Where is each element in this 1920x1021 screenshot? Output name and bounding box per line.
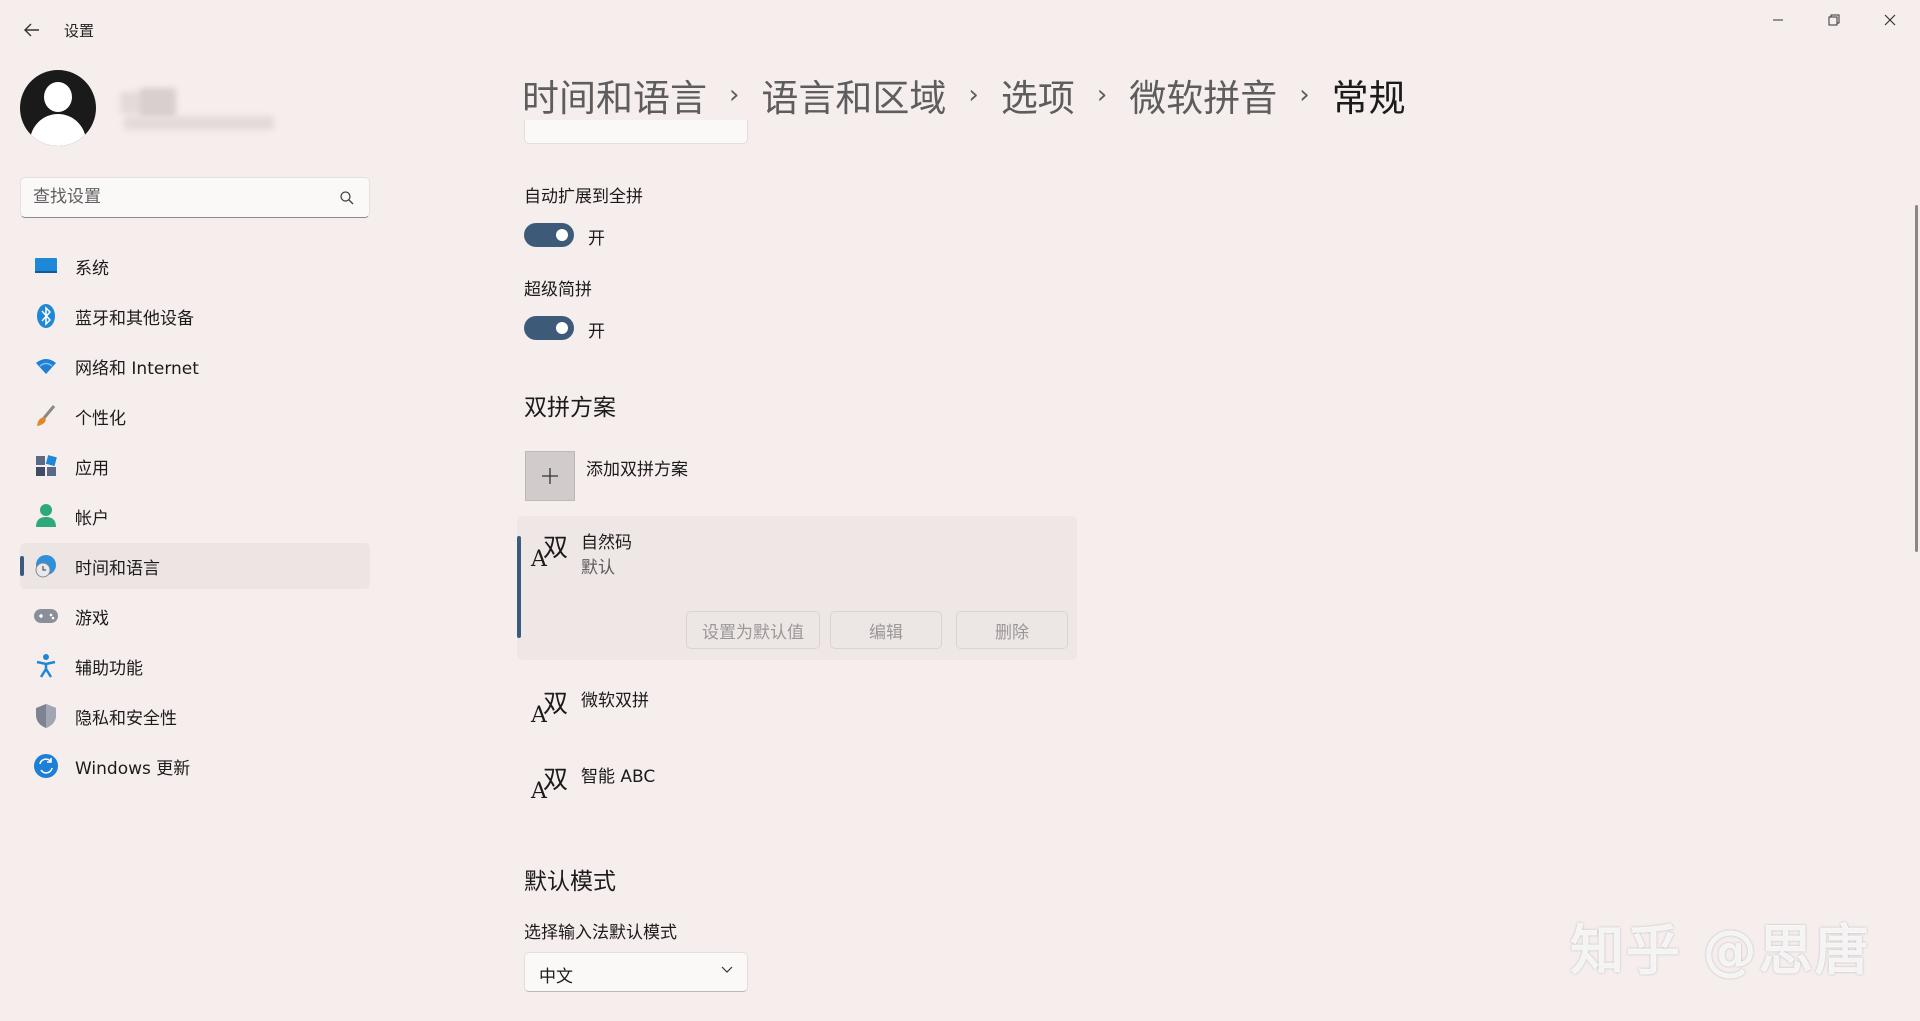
accessibility-icon	[32, 652, 60, 680]
sidebar-item-label: Windows 更新	[75, 758, 191, 779]
update-icon	[32, 752, 60, 780]
scrolled-dropdown-edge[interactable]	[524, 120, 748, 144]
selection-indicator	[517, 536, 521, 638]
breadcrumb: 时间和语言 › 语言和区域 › 选项 › 微软拼音 › 常规	[522, 68, 1406, 122]
breadcrumb-microsoft-pinyin[interactable]: 微软拼音	[1129, 68, 1277, 122]
search-input[interactable]	[33, 187, 333, 207]
wifi-icon	[32, 352, 60, 380]
chevron-down-icon	[721, 966, 733, 973]
scheme-default-badge: 默认	[581, 558, 615, 578]
user-name-redacted	[120, 86, 280, 132]
sidebar-item-label: 应用	[75, 458, 109, 479]
scheme-name: 自然码	[581, 533, 632, 553]
sidebar-item-gaming[interactable]: 游戏	[20, 593, 370, 639]
default-mode-select[interactable]: 中文	[524, 952, 748, 992]
sidebar-item-label: 辅助功能	[75, 658, 143, 679]
close-button[interactable]	[1862, 0, 1918, 40]
sidebar-item-personalization[interactable]: 个性化	[20, 393, 370, 439]
default-mode-value: 中文	[539, 967, 573, 987]
minimize-button[interactable]	[1750, 0, 1806, 40]
sidebar-item-apps[interactable]: 应用	[20, 443, 370, 489]
sidebar-item-label: 蓝牙和其他设备	[75, 308, 194, 329]
breadcrumb-language-region[interactable]: 语言和区域	[761, 68, 946, 122]
auto-expand-toggle[interactable]	[524, 223, 574, 247]
add-shuangpin-label[interactable]: 添加双拼方案	[586, 455, 688, 480]
brush-icon	[32, 402, 60, 430]
ime-shuangpin-icon: A双	[531, 765, 569, 804]
search-box[interactable]	[20, 177, 370, 218]
sidebar-item-label: 网络和 Internet	[75, 358, 199, 379]
chevron-right-icon: ›	[968, 80, 979, 110]
watermark-text: 知乎 @思唐	[1570, 919, 1871, 982]
shuangpin-section-title: 双拼方案	[524, 395, 616, 421]
default-mode-section-title: 默认模式	[524, 869, 616, 895]
scheme-name: 微软双拼	[581, 691, 649, 711]
scrollbar[interactable]	[1915, 205, 1918, 552]
plus-icon	[542, 468, 558, 484]
breadcrumb-options[interactable]: 选项	[1001, 68, 1075, 122]
add-shuangpin-button[interactable]	[525, 451, 575, 501]
sidebar-nav: 系统 蓝牙和其他设备 网络和 Internet 个性化 应用 帐户 时间和语言 …	[20, 243, 370, 793]
scheme-card-ziranma[interactable]: A双 自然码 默认 设置为默认值 编辑 删除	[517, 516, 1077, 660]
app-title: 设置	[64, 22, 95, 40]
gamepad-icon	[32, 602, 60, 630]
sidebar-item-windows-update[interactable]: Windows 更新	[20, 743, 370, 789]
auto-expand-label: 自动扩展到全拼	[524, 187, 643, 207]
search-icon[interactable]	[339, 190, 355, 206]
scheme-item-microsoft-shuangpin[interactable]: A双 微软双拼	[522, 670, 1072, 732]
title-bar: 设置	[0, 0, 1920, 60]
user-profile[interactable]	[20, 70, 274, 146]
sidebar-item-label: 隐私和安全性	[75, 708, 177, 729]
sidebar-item-system[interactable]: 系统	[20, 243, 370, 289]
chevron-right-icon: ›	[729, 80, 740, 110]
sidebar-item-network[interactable]: 网络和 Internet	[20, 343, 370, 389]
settings-window: 设置 查找设置 系统 蓝牙和其他设备 网络和 Internet 个性化 应用 帐…	[0, 0, 1920, 1021]
monitor-icon	[32, 252, 60, 280]
scheme-name: 智能 ABC	[581, 767, 656, 787]
restore-icon	[1828, 14, 1840, 26]
auto-expand-state: 开	[588, 229, 605, 249]
avatar	[20, 70, 96, 146]
super-jianpin-state: 开	[588, 322, 605, 342]
selection-indicator	[20, 556, 24, 576]
default-mode-label: 选择输入法默认模式	[524, 923, 677, 943]
ime-shuangpin-icon: A双	[531, 533, 569, 572]
close-icon	[1884, 14, 1896, 26]
sidebar-item-label: 游戏	[75, 608, 109, 629]
account-icon	[32, 502, 60, 530]
breadcrumb-time-language[interactable]: 时间和语言	[522, 68, 707, 122]
sidebar-item-privacy[interactable]: 隐私和安全性	[20, 693, 370, 739]
chevron-right-icon: ›	[1096, 80, 1108, 110]
sidebar-item-bluetooth[interactable]: 蓝牙和其他设备	[20, 293, 370, 339]
sidebar-item-accounts[interactable]: 帐户	[20, 493, 370, 539]
delete-button[interactable]: 删除	[956, 611, 1068, 649]
ime-shuangpin-icon: A双	[531, 689, 569, 728]
edit-button[interactable]: 编辑	[830, 611, 942, 649]
super-jianpin-label: 超级简拼	[524, 280, 592, 300]
scheme-item-smart-abc[interactable]: A双 智能 ABC	[522, 746, 1072, 808]
set-default-button[interactable]: 设置为默认值	[686, 611, 820, 649]
minimize-icon	[1773, 19, 1783, 21]
back-button[interactable]	[14, 14, 50, 46]
restore-button[interactable]	[1806, 0, 1862, 40]
bluetooth-icon	[32, 302, 60, 330]
sidebar-item-label: 时间和语言	[75, 558, 160, 579]
main-content: 自动扩展到全拼 开 超级简拼 开 双拼方案 添加双拼方案 A双 自然码 默认 设…	[517, 120, 1920, 1021]
globe-clock-icon	[32, 552, 60, 580]
sidebar-item-label: 帐户	[75, 508, 109, 529]
chevron-right-icon: ›	[1299, 80, 1310, 110]
shield-icon	[32, 702, 60, 730]
sidebar-item-time-language[interactable]: 时间和语言	[20, 543, 370, 589]
super-jianpin-toggle[interactable]	[524, 316, 574, 340]
sidebar-item-label: 个性化	[75, 408, 126, 429]
apps-icon	[32, 452, 60, 480]
page-title: 常规	[1331, 77, 1406, 120]
arrow-left-icon	[24, 23, 39, 37]
sidebar-item-accessibility[interactable]: 辅助功能	[20, 643, 370, 689]
sidebar-item-label: 系统	[75, 258, 109, 279]
